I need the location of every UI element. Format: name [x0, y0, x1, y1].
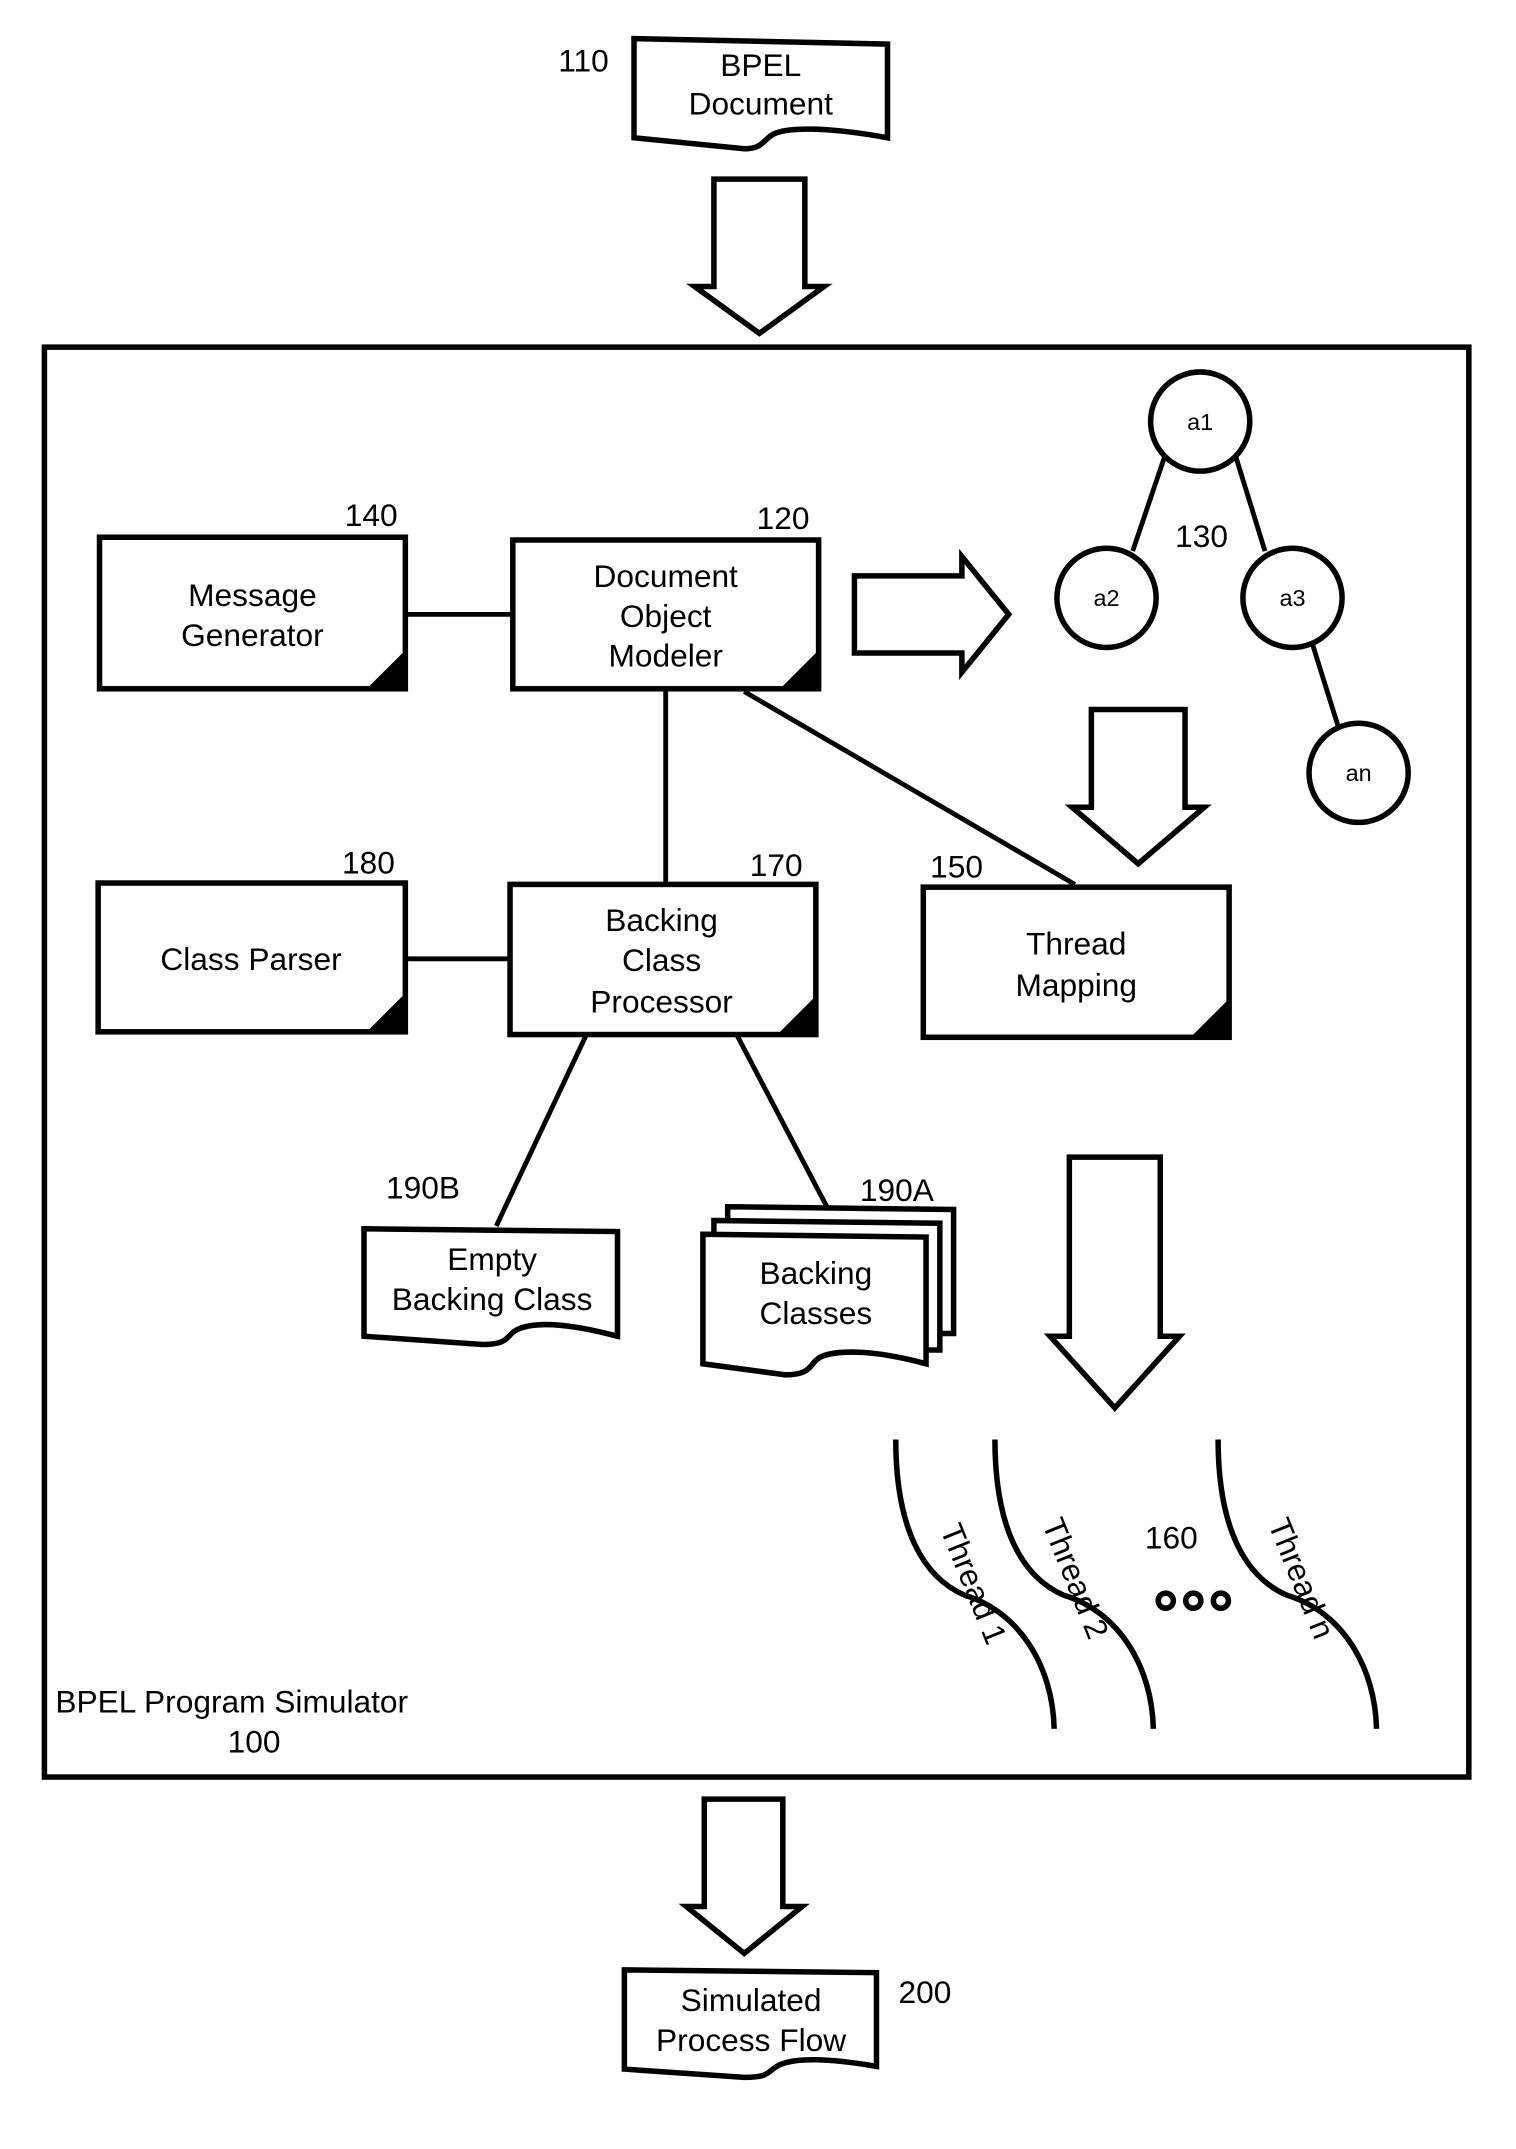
ref-190b: 190B [386, 1169, 460, 1205]
tree-node-an-label: an [1346, 760, 1372, 786]
doc-line2: Document [689, 85, 834, 121]
bpel-document: 110 BPEL Document [558, 35, 891, 152]
thread-mapping-line2: Mapping [1015, 967, 1137, 1003]
ref-130: 130 [1175, 518, 1228, 554]
dom-line2: Object [620, 598, 712, 634]
dom-line3: Modeler [608, 638, 723, 674]
bcp-line2: Class [622, 942, 701, 978]
doc-line1: BPEL [720, 47, 801, 83]
bpel-simulator-diagram: 110 BPEL Document BPEL Program Simulator… [41, 35, 1472, 2081]
bc-line2: Classes [760, 1295, 873, 1331]
ref-180: 180 [342, 844, 395, 880]
bc-line1: Backing [760, 1255, 873, 1291]
dom-line1: Document [594, 558, 739, 594]
ref-160: 160 [1145, 1519, 1198, 1555]
ref-170: 170 [750, 847, 803, 883]
ebc-line1: Empty [447, 1241, 537, 1277]
ref-110: 110 [558, 43, 608, 79]
tree-node-a2-label: a2 [1094, 585, 1120, 611]
arrow-down-icon [678, 1796, 810, 1957]
ref-120: 120 [757, 500, 810, 536]
class-parser-label: Class Parser [160, 941, 342, 977]
ref-200: 200 [899, 1974, 952, 2010]
message-generator-line1: Message [188, 577, 317, 613]
simulator-label: BPEL Program Simulator [55, 1683, 408, 1719]
ref-100: 100 [228, 1723, 281, 1759]
ref-150: 150 [930, 849, 983, 885]
simulated-process-flow-document: Simulated Process Flow 200 [621, 1967, 952, 2081]
output-line2: Process Flow [656, 2022, 846, 2058]
ref-140: 140 [345, 497, 398, 533]
output-line1: Simulated [681, 1982, 822, 2018]
ebc-line2: Backing Class [392, 1281, 593, 1317]
bcp-line3: Processor [590, 984, 733, 1020]
ellipsis-icon [1155, 1590, 1232, 1612]
message-generator-line2: Generator [181, 617, 324, 653]
ref-190a: 190A [860, 1172, 935, 1208]
tree-node-a1-label: a1 [1187, 409, 1213, 435]
tree-node-a3-label: a3 [1279, 585, 1305, 611]
bcp-line1: Backing [605, 902, 718, 938]
thread-mapping-line1: Thread [1026, 926, 1126, 962]
arrow-down-icon [686, 176, 833, 337]
